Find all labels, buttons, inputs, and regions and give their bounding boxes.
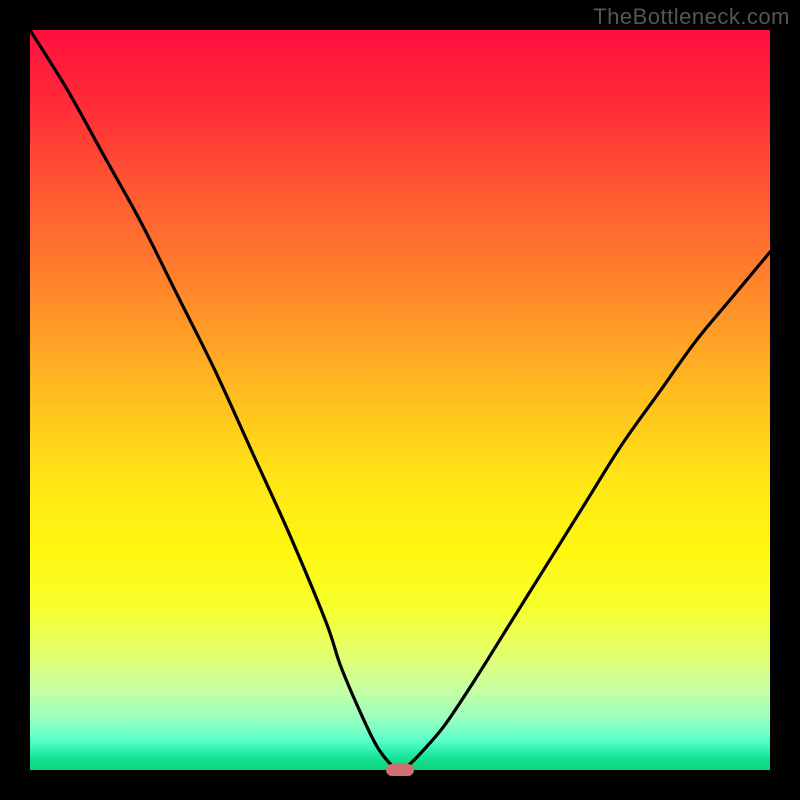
watermark-text: TheBottleneck.com: [593, 4, 790, 30]
bottleneck-curve: [30, 30, 770, 770]
plot-area: [30, 30, 770, 770]
min-marker-icon: [386, 764, 414, 776]
curve-svg: [30, 30, 770, 770]
chart-frame: TheBottleneck.com: [0, 0, 800, 800]
